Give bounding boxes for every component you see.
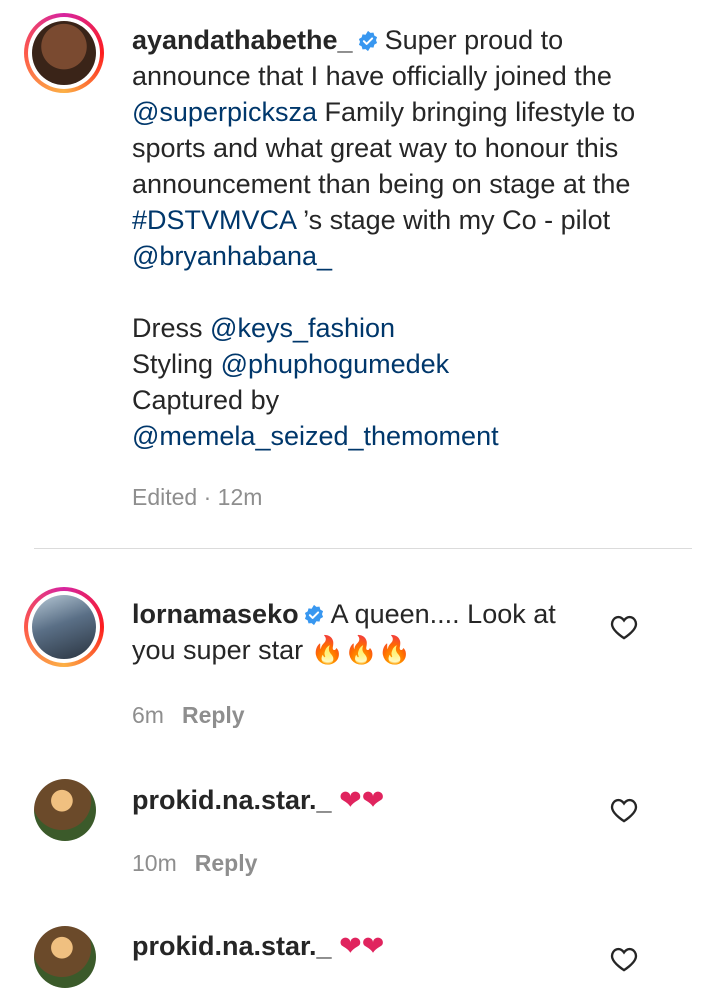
comment: prokid.na.star._ ❤❤: [132, 928, 384, 965]
mention-link[interactable]: @superpicksza: [132, 97, 317, 127]
comment-username[interactable]: lornamaseko: [132, 599, 299, 629]
heart-outline-icon[interactable]: [610, 797, 638, 823]
post-caption: ayandathabethe_ Super proud to announce t…: [132, 22, 635, 454]
comment-time: 6m: [132, 702, 164, 728]
comment-time: 10m: [132, 850, 177, 876]
comment: lornamaseko A queen.... Look at you super…: [132, 596, 556, 669]
heart-outline-icon[interactable]: [610, 614, 638, 640]
credit-label: Captured by: [132, 385, 280, 415]
commenter-avatar[interactable]: [34, 926, 96, 988]
caption-line: announcement than being on stage at the: [132, 169, 631, 199]
red-heart-emoji-icon: ❤❤: [339, 931, 385, 962]
verified-badge-icon: [304, 604, 323, 626]
divider: [34, 548, 692, 549]
comment-text: you super star: [132, 635, 304, 665]
commenter-avatar[interactable]: [24, 587, 104, 667]
caption-line: Super proud to: [384, 25, 564, 55]
caption-line: Family bringing lifestyle to: [324, 97, 636, 127]
mention-link[interactable]: @phuphogumedek: [221, 349, 450, 379]
fire-emoji-icon: 🔥🔥🔥: [310, 635, 412, 666]
comment-text: A queen.... Look at: [330, 599, 556, 629]
post-author-avatar[interactable]: [24, 13, 104, 93]
caption-line: announce that I have officially joined t…: [132, 61, 612, 91]
mention-link[interactable]: @keys_fashion: [210, 313, 395, 343]
credit-label: Styling: [132, 349, 214, 379]
post-meta: Edited · 12m: [132, 484, 263, 510]
hashtag-link[interactable]: #DSTVMVCA: [132, 205, 296, 235]
reply-button[interactable]: Reply: [182, 702, 245, 728]
comment-username[interactable]: prokid.na.star._: [132, 931, 332, 961]
comment-username[interactable]: prokid.na.star._: [132, 785, 332, 815]
post-author-username[interactable]: ayandathabethe_: [132, 25, 353, 55]
reply-button[interactable]: Reply: [195, 850, 258, 876]
caption-line: sports and what great way to honour this: [132, 133, 619, 163]
verified-badge-icon: [358, 30, 377, 52]
caption-line: ’s stage with my Co - pilot: [303, 205, 611, 235]
mention-link[interactable]: @bryanhabana_: [132, 241, 332, 271]
comment-meta: 6m Reply: [132, 702, 245, 729]
mention-link[interactable]: @memela_seized_themoment: [132, 421, 499, 451]
heart-outline-icon[interactable]: [610, 946, 638, 972]
credit-label: Dress: [132, 313, 203, 343]
comment: prokid.na.star._ ❤❤: [132, 782, 384, 819]
comment-meta: 10m Reply: [132, 850, 257, 877]
red-heart-emoji-icon: ❤❤: [339, 785, 385, 816]
commenter-avatar[interactable]: [34, 779, 96, 841]
